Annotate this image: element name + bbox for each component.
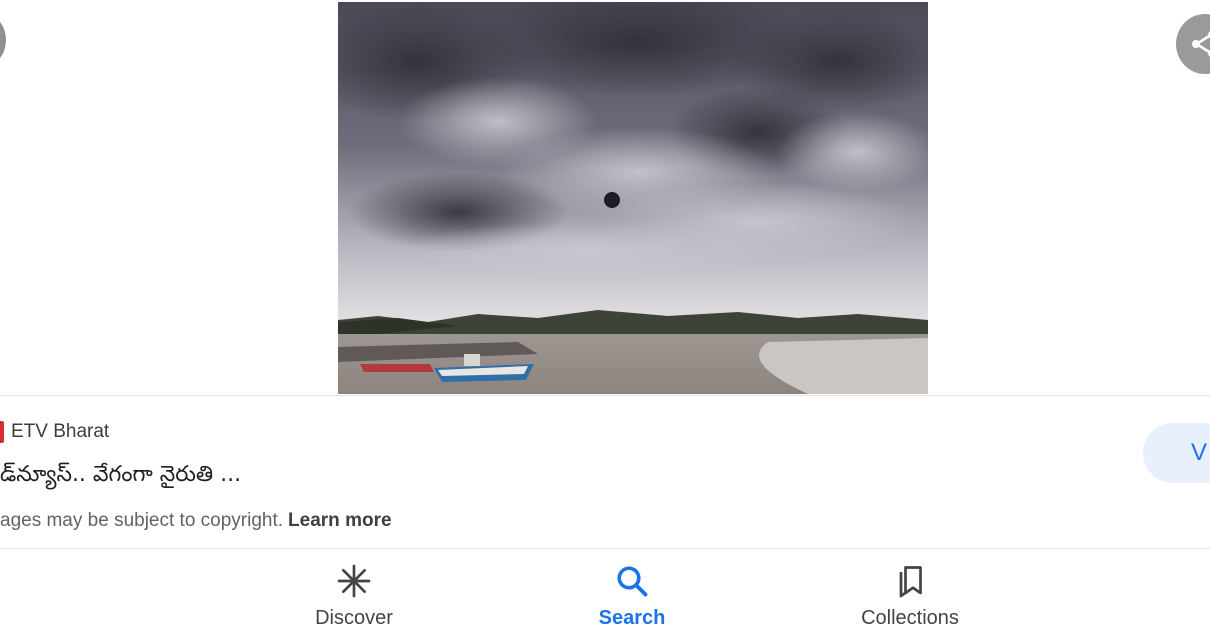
- nav-search[interactable]: Search: [542, 563, 722, 630]
- asterisk-icon: [337, 564, 371, 598]
- share-icon: [1192, 31, 1210, 57]
- nav-collections[interactable]: Collections: [820, 563, 1000, 630]
- copyright-text: ages may be subject to copyright.: [0, 510, 284, 531]
- source-favicon-icon: [0, 421, 4, 443]
- previous-button[interactable]: [0, 14, 6, 66]
- nav-collections-label: Collections: [861, 607, 959, 629]
- bookmarks-icon: [899, 566, 922, 598]
- nav-discover-label: Discover: [315, 607, 393, 629]
- search-icon: [617, 566, 648, 597]
- source-name: ETV Bharat: [11, 421, 110, 442]
- learn-more-link[interactable]: Learn more: [288, 510, 391, 531]
- divider: [0, 395, 1210, 396]
- nav-discover[interactable]: Discover: [264, 563, 444, 630]
- source-row[interactable]: ETV Bharat: [0, 420, 109, 444]
- copyright-notice: ages may be subject to copyright. Learn m…: [0, 510, 392, 532]
- result-title[interactable]: డ్‌న్యూస్.. వేగంగా నైరుతి ...: [0, 462, 241, 492]
- result-image[interactable]: [338, 2, 928, 394]
- share-button[interactable]: [1176, 14, 1210, 74]
- nav-search-label: Search: [598, 607, 666, 629]
- bottom-navigation: Discover Search Collections: [0, 549, 1210, 642]
- storm-clouds-photo: [338, 2, 928, 394]
- visit-button[interactable]: V: [1143, 423, 1210, 483]
